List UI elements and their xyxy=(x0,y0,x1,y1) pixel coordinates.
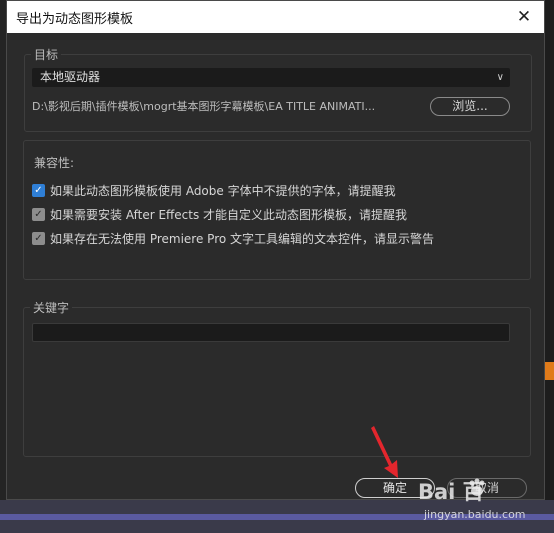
compat-option-label: 如果需要安装 After Effects 才能自定义此动态图形模板，请提醒我 xyxy=(50,207,408,222)
drive-select-value: 本地驱动器 xyxy=(40,70,101,84)
background-app-right xyxy=(545,0,554,533)
watermark-site: jingyan.baidu.com xyxy=(424,508,526,521)
destination-group-label: 目标 xyxy=(31,46,62,63)
background-timeline-marker xyxy=(545,362,554,380)
annotation-arrow-icon xyxy=(371,426,398,478)
compat-option-after-effects[interactable]: ✓ 如果需要安装 After Effects 才能自定义此动态图形模板，请提醒我 xyxy=(32,206,407,222)
browse-button[interactable]: 浏览... xyxy=(430,97,510,116)
compat-option-text-controls[interactable]: ✓ 如果存在无法使用 Premiere Pro 文字工具编辑的文本控件，请显示警… xyxy=(32,230,434,246)
dialog-title: 导出为动态图形模板 xyxy=(16,11,134,27)
destination-group xyxy=(24,54,532,132)
compat-option-label: 如果存在无法使用 Premiere Pro 文字工具编辑的文本控件，请显示警告 xyxy=(50,231,435,246)
checkbox-checked-icon[interactable]: ✓ xyxy=(32,183,45,197)
dialog-titlebar: 导出为动态图形模板 ✕ xyxy=(7,1,544,33)
chevron-down-icon: ∨ xyxy=(496,72,504,83)
compatibility-title: 兼容性: xyxy=(34,156,75,170)
close-icon[interactable]: ✕ xyxy=(514,7,534,27)
compat-option-label: 如果此动态图形模板使用 Adobe 字体中不提供的字体，请提醒我 xyxy=(50,183,396,198)
destination-drive-select[interactable]: 本地驱动器 ∨ xyxy=(32,68,510,87)
checkbox-checked-icon[interactable]: ✓ xyxy=(32,231,45,245)
keywords-group-label: 关键字 xyxy=(30,299,73,316)
compat-option-adobe-fonts[interactable]: ✓ 如果此动态图形模板使用 Adobe 字体中不提供的字体，请提醒我 xyxy=(32,182,396,198)
destination-path: D:\影视后期\插件模板\mogrt基本图形字幕模板\EA TITLE ANIM… xyxy=(32,100,376,113)
baidu-watermark: Bai 百 jingyan.baidu.com xyxy=(418,476,542,524)
keywords-input[interactable] xyxy=(32,323,510,342)
paw-icon xyxy=(469,478,485,496)
checkbox-checked-icon[interactable]: ✓ xyxy=(32,207,45,221)
